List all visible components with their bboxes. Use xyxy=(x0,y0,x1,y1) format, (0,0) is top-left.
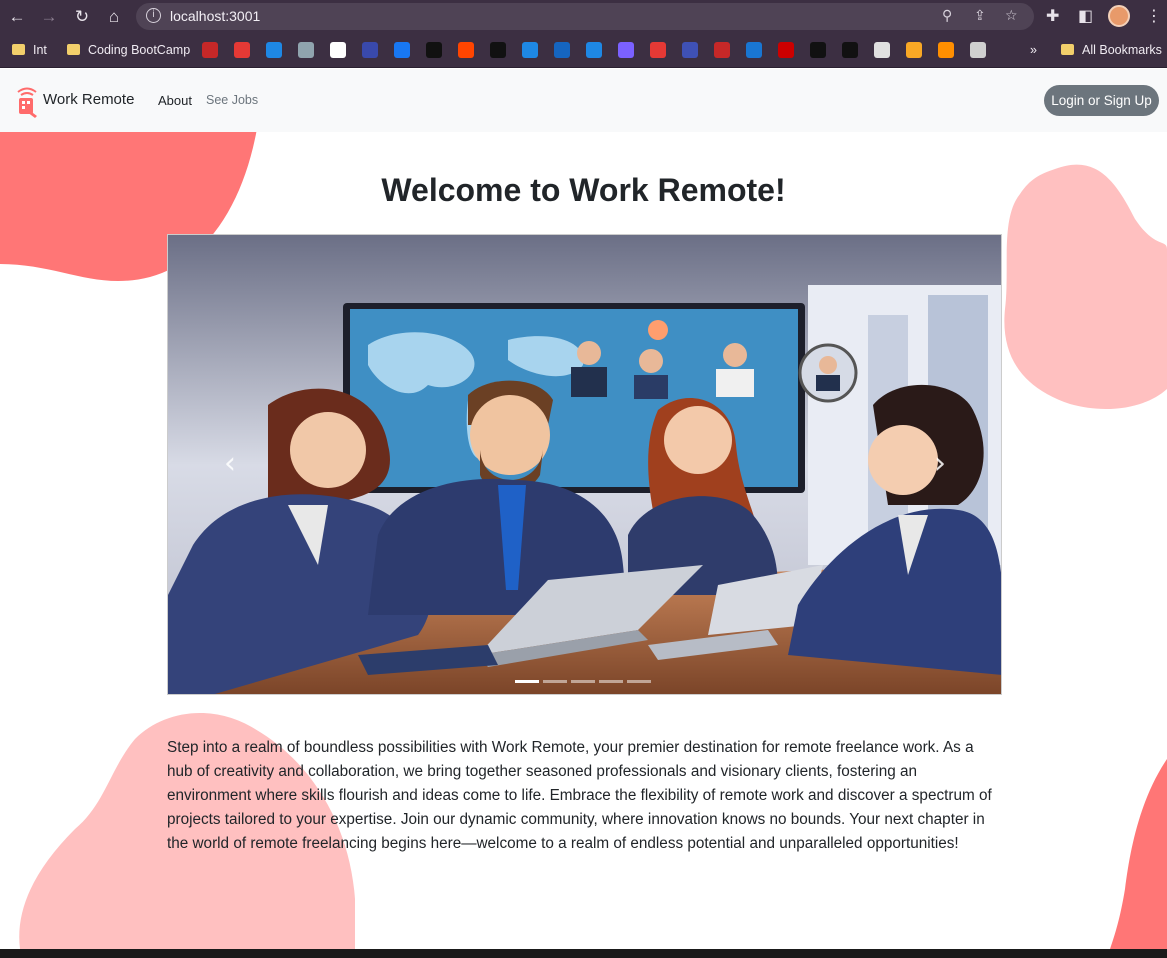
page-title: Welcome to Work Remote! xyxy=(381,172,786,208)
folder-icon xyxy=(12,44,25,55)
bookmark-cnn-icon[interactable] xyxy=(778,42,794,58)
extensions-icon[interactable]: ✚ xyxy=(1046,6,1059,25)
carousel-slide-image xyxy=(168,235,1001,694)
side-panel-icon[interactable]: ◧ xyxy=(1078,6,1093,25)
home-icon[interactable]: ⌂ xyxy=(103,6,125,28)
browser-toolbar: ← → ↻ ⌂ i localhost:3001 ⚲ ⇪ ☆ ✚ ◧ ⋮ xyxy=(0,0,1167,33)
share-icon[interactable]: ⇪ xyxy=(974,8,986,24)
brand-name[interactable]: Work Remote xyxy=(43,91,134,108)
bookmark-translate-icon[interactable] xyxy=(746,42,762,58)
bookmark-folder-coding-bootcamp[interactable]: Coding BootCamp xyxy=(67,42,190,59)
bookmark-tv-icon[interactable] xyxy=(426,42,442,58)
bookmark-twitch-icon[interactable] xyxy=(618,42,634,58)
site-info-icon[interactable]: i xyxy=(146,8,161,23)
carousel-indicator[interactable] xyxy=(543,680,567,683)
image-carousel: ‹ › xyxy=(167,234,1002,695)
work-remote-logo-icon[interactable] xyxy=(15,86,39,118)
carousel-indicators xyxy=(515,670,655,688)
page: Work Remote About See Jobs Login or Sign… xyxy=(0,69,1167,949)
bookmark-docs-icon[interactable] xyxy=(682,42,698,58)
bookmark-imdb-icon[interactable] xyxy=(842,42,858,58)
bookmark-facebook-icon[interactable] xyxy=(394,42,410,58)
folder-icon xyxy=(1061,44,1074,55)
bookmark-globe-icon[interactable] xyxy=(874,42,890,58)
bookmark-folder-int[interactable]: Int xyxy=(12,42,47,59)
bookmark-youtube-icon[interactable] xyxy=(234,42,250,58)
bookmark-toggl-icon[interactable] xyxy=(298,42,314,58)
nav-link-see-jobs[interactable]: See Jobs xyxy=(206,93,258,107)
bookmarks-overflow-button[interactable]: » xyxy=(1030,42,1037,59)
bookmark-drive-icon[interactable] xyxy=(266,42,282,58)
window-bottom-edge xyxy=(0,949,1167,958)
bookmark-opera-icon[interactable] xyxy=(650,42,666,58)
bookmark-image-icon[interactable] xyxy=(906,42,922,58)
carousel-indicator[interactable] xyxy=(515,680,539,683)
bookmark-folder-all-bookmarks[interactable]: All Bookmarks xyxy=(1061,42,1162,59)
carousel-next-button[interactable]: › xyxy=(928,449,952,479)
bookmarks-bar: Int Coding BootCamp » All Bookmarks xyxy=(0,33,1167,68)
login-signup-button[interactable]: Login or Sign Up xyxy=(1044,85,1159,116)
bookmark-coin-icon[interactable] xyxy=(522,42,538,58)
address-bar-url[interactable]: localhost:3001 xyxy=(170,8,260,24)
profile-avatar[interactable] xyxy=(1108,5,1130,27)
back-arrow-icon[interactable]: ← xyxy=(6,6,28,28)
address-bar[interactable]: i localhost:3001 ⚲ ⇪ ☆ xyxy=(136,3,1034,30)
bookmark-play-icon[interactable] xyxy=(586,42,602,58)
coral-blob-bottom-right xyxy=(1110,759,1167,949)
bookmark-clip-icon[interactable] xyxy=(714,42,730,58)
bookmark-monitor-icon[interactable] xyxy=(554,42,570,58)
reload-icon[interactable]: ↻ xyxy=(71,6,93,28)
carousel-prev-button[interactable]: ‹ xyxy=(218,449,242,479)
bookmark-google-icon[interactable] xyxy=(330,42,346,58)
carousel-indicator[interactable] xyxy=(571,680,595,683)
zoom-icon[interactable]: ⚲ xyxy=(942,8,952,24)
carousel-indicator[interactable] xyxy=(599,680,623,683)
bookmark-orange-icon[interactable] xyxy=(938,42,954,58)
bookmark-goodreads-icon[interactable] xyxy=(490,42,506,58)
bookmark-spotify-icon[interactable] xyxy=(810,42,826,58)
bookmark-gmail-icon[interactable] xyxy=(202,42,218,58)
folder-icon xyxy=(67,44,80,55)
nav-link-about[interactable]: About xyxy=(158,93,192,108)
forward-arrow-icon[interactable]: → xyxy=(38,6,60,28)
intro-paragraph: Step into a realm of boundless possibili… xyxy=(167,739,992,852)
bookmark-g-icon[interactable] xyxy=(970,42,986,58)
site-navbar: Work Remote About See Jobs Login or Sign… xyxy=(0,69,1167,132)
bookmark-search-icon[interactable] xyxy=(362,42,378,58)
carousel-indicator[interactable] xyxy=(627,680,651,683)
bookmark-reddit-icon[interactable] xyxy=(458,42,474,58)
kebab-menu-icon[interactable]: ⋮ xyxy=(1146,6,1162,25)
star-icon[interactable]: ☆ xyxy=(1005,8,1018,24)
